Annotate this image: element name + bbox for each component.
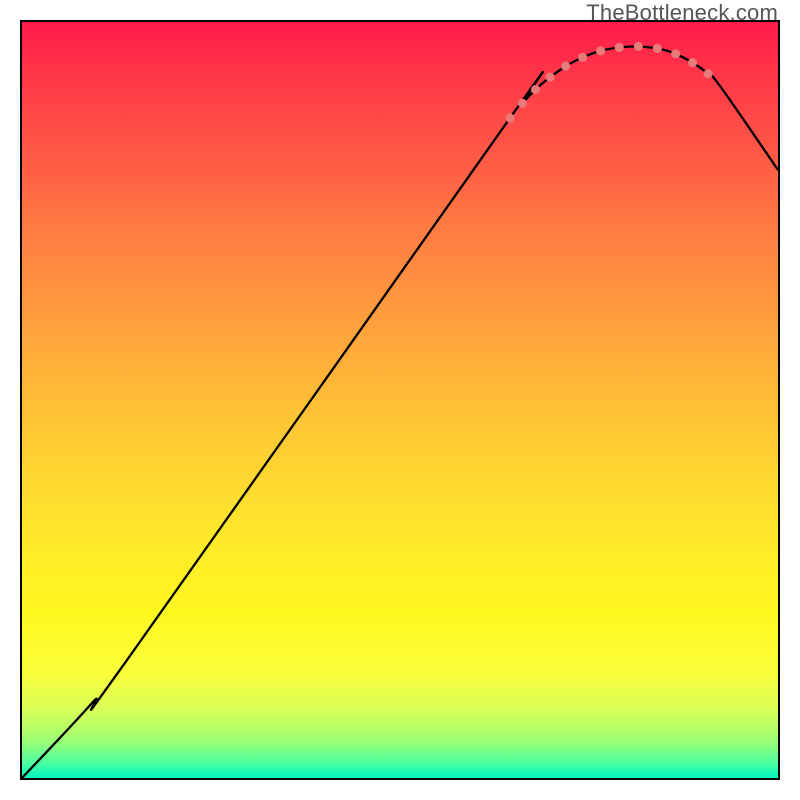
chart-svg: [22, 22, 778, 778]
bottleneck-chart: [20, 20, 780, 780]
bottleneck-highlight-path: [510, 46, 720, 118]
bottleneck-curve-path: [22, 46, 778, 778]
